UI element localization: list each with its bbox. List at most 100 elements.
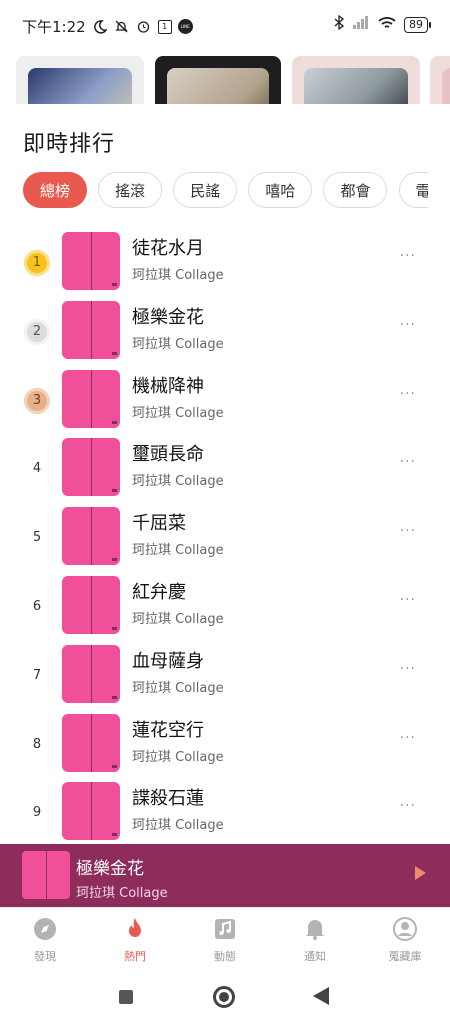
rank-badge: 2 — [24, 318, 50, 345]
song-artist: 珂拉琪 Collage — [132, 336, 224, 352]
profile-icon — [392, 916, 418, 942]
song-row[interactable]: 7 血母薩身 珂拉琪 Collage ··· — [0, 641, 450, 710]
battery-indicator: 89 — [404, 16, 431, 33]
banner-card[interactable] — [16, 56, 144, 106]
nav-discover[interactable]: 發現 — [0, 916, 90, 964]
wifi-icon — [378, 16, 396, 34]
song-row[interactable]: 5 千屈菜 珂拉琪 Collage ··· — [0, 503, 450, 572]
song-list: 1 徒花水月 珂拉琪 Collage ··· 2 極樂金花 珂拉琪 Collag… — [0, 228, 450, 847]
alarm-icon — [136, 19, 152, 35]
line-app-icon: LINE — [177, 19, 193, 34]
album-cover — [62, 782, 120, 841]
more-options-icon[interactable]: ··· — [400, 248, 416, 264]
banner-carousel[interactable] — [0, 56, 450, 106]
album-cover — [62, 232, 120, 290]
nav-feed[interactable]: 動態 — [180, 916, 270, 964]
player-artist: 珂拉琪 Collage — [76, 886, 168, 901]
song-title: 諜殺石蓮 — [132, 788, 204, 810]
chip-hiphop[interactable]: 嘻哈 — [248, 172, 313, 208]
song-row[interactable]: 6 紅弁慶 珂拉琪 Collage ··· — [0, 572, 450, 641]
status-right: 89 — [334, 14, 431, 34]
more-options-icon[interactable]: ··· — [400, 798, 416, 814]
compass-icon — [32, 916, 58, 942]
more-options-icon[interactable]: ··· — [400, 661, 416, 677]
rank-number: 7 — [32, 667, 42, 683]
song-artist: 珂拉琪 Collage — [132, 818, 224, 834]
song-row[interactable]: 3 機械降神 珂拉琪 Collage ··· — [0, 366, 450, 435]
song-title: 紅弁慶 — [132, 581, 186, 603]
recents-icon[interactable] — [119, 990, 133, 1004]
chip-overall[interactable]: 總榜 — [23, 172, 88, 208]
album-cover — [62, 300, 120, 359]
album-cover — [62, 438, 120, 497]
music-note-icon — [212, 916, 238, 942]
signal-icon — [352, 16, 370, 33]
song-artist: 珂拉琪 Collage — [132, 405, 224, 421]
chip-urban[interactable]: 都會 — [323, 172, 388, 208]
album-cover — [62, 713, 120, 772]
nav-library[interactable]: 蒐藏庫 — [360, 916, 450, 964]
song-row[interactable]: 9 諜殺石蓮 珂拉琪 Collage ··· — [0, 778, 450, 847]
song-artist: 珂拉琪 Collage — [132, 680, 224, 696]
rank-number: 4 — [32, 461, 42, 477]
song-row[interactable]: 8 蓮花空行 珂拉琪 Collage ··· — [0, 710, 450, 779]
mute-bell-icon — [114, 19, 130, 35]
song-title: 機械降神 — [132, 375, 204, 397]
song-row[interactable]: 1 徒花水月 珂拉琪 Collage ··· — [0, 228, 450, 297]
album-cover — [62, 575, 120, 634]
rank-number: 6 — [32, 598, 42, 614]
chip-folk[interactable]: 民謠 — [173, 172, 238, 208]
mini-player[interactable]: 極樂金花 珂拉琪 Collage — [0, 844, 450, 907]
ranking-sheet: 即時排行 總榜 搖滾 民謠 嘻哈 都會 電 1 徒花水月 珂拉琪 Collage… — [0, 104, 450, 844]
nav-notifications[interactable]: 通知 — [270, 916, 360, 964]
chip-electronic[interactable]: 電 — [398, 172, 428, 208]
song-title: 璽頭長命 — [132, 444, 204, 466]
more-options-icon[interactable]: ··· — [400, 386, 416, 402]
song-artist: 珂拉琪 Collage — [132, 611, 224, 627]
song-artist: 珂拉琪 Collage — [132, 749, 224, 765]
play-icon[interactable] — [415, 866, 426, 880]
album-cover — [62, 369, 120, 428]
more-options-icon[interactable]: ··· — [400, 592, 416, 608]
bluetooth-icon — [334, 14, 345, 34]
song-artist: 珂拉琪 Collage — [132, 543, 224, 559]
song-title: 千屈菜 — [132, 513, 186, 535]
song-artist: 珂拉琪 Collage — [132, 474, 224, 490]
flame-icon — [122, 916, 148, 942]
status-bar: 下午1:22 1 LINE 89 — [0, 0, 450, 52]
chip-rock[interactable]: 搖滾 — [98, 172, 163, 208]
back-icon[interactable] — [313, 987, 329, 1005]
home-icon[interactable] — [213, 986, 235, 1008]
song-title: 徒花水月 — [132, 238, 204, 259]
more-options-icon[interactable]: ··· — [400, 523, 416, 539]
rank-badge: 3 — [24, 387, 50, 414]
rank-badge: 1 — [24, 250, 50, 276]
song-artist: 珂拉琪 Collage — [132, 268, 224, 283]
banner-card[interactable] — [430, 56, 450, 106]
album-cover — [62, 644, 120, 703]
rank-number: 5 — [32, 530, 42, 546]
rank-number: 8 — [32, 736, 42, 752]
system-nav-bar — [0, 969, 450, 1024]
nav-hot[interactable]: 熱門 — [90, 916, 180, 964]
banner-card[interactable] — [155, 56, 281, 106]
banner-card[interactable] — [292, 56, 420, 106]
bell-icon — [302, 916, 328, 942]
song-title: 極樂金花 — [132, 306, 204, 328]
song-title: 蓮花空行 — [132, 719, 204, 741]
song-title: 血母薩身 — [132, 650, 204, 672]
player-title: 極樂金花 — [76, 859, 144, 879]
bottom-nav: 發現 熱門 動態 通知 蒐藏庫 — [0, 907, 450, 970]
status-left: 下午1:22 1 LINE — [22, 16, 193, 37]
album-cover — [62, 507, 120, 566]
more-options-icon[interactable]: ··· — [400, 730, 416, 746]
more-options-icon[interactable]: ··· — [400, 317, 416, 333]
genre-chip-bar: 總榜 搖滾 民謠 嘻哈 都會 電 — [23, 172, 428, 212]
status-time: 下午1:22 — [22, 18, 86, 36]
calendar-icon: 1 — [157, 19, 172, 34]
song-row[interactable]: 2 極樂金花 珂拉琪 Collage ··· — [0, 297, 450, 366]
page-title: 即時排行 — [23, 132, 116, 157]
more-options-icon[interactable]: ··· — [400, 454, 416, 470]
song-row[interactable]: 4 璽頭長命 珂拉琪 Collage ··· — [0, 434, 450, 503]
player-cover — [22, 851, 70, 899]
